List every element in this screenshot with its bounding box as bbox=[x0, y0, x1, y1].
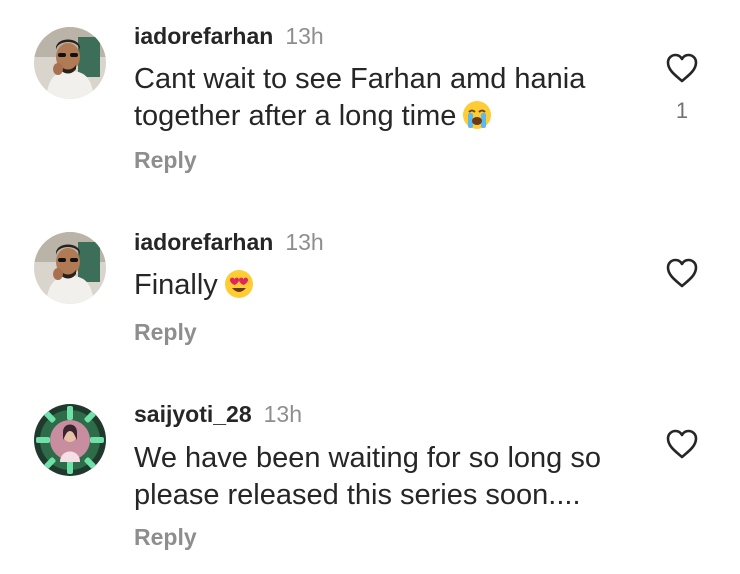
comment-username[interactable]: iadorefarhan bbox=[134, 229, 273, 255]
comment-item: iadorefarhan 13h Cant wait to see Farhan … bbox=[0, 0, 740, 200]
comment-username[interactable]: iadorefarhan bbox=[134, 23, 273, 49]
like-count: 1 bbox=[675, 98, 689, 123]
comment-timestamp: 13h bbox=[285, 229, 324, 255]
reply-button[interactable]: Reply bbox=[134, 318, 197, 346]
comment-text: Finally bbox=[134, 267, 654, 309]
comment-item: saijyoti_28 13h We have been waiting for … bbox=[0, 380, 740, 574]
comment-text: We have been waiting for so long so plea… bbox=[134, 442, 601, 511]
comment-meta: iadorefarhan 13h bbox=[134, 228, 324, 256]
heart-outline-icon bbox=[666, 53, 698, 83]
comment-body: Cant wait to see Farhan amd hania togeth… bbox=[134, 63, 586, 132]
comment-meta: saijyoti_28 13h bbox=[134, 400, 302, 428]
comment-body: Finally bbox=[134, 269, 218, 301]
comment-timestamp: 13h bbox=[285, 23, 324, 49]
like-button[interactable] bbox=[665, 257, 699, 289]
heart-eyes-emoji bbox=[224, 269, 254, 309]
avatar[interactable] bbox=[34, 232, 106, 304]
like-button[interactable] bbox=[665, 52, 699, 84]
comment-text: Cant wait to see Farhan amd hania togeth… bbox=[134, 61, 654, 140]
avatar[interactable] bbox=[34, 404, 106, 476]
like-button[interactable] bbox=[665, 428, 699, 460]
avatar[interactable] bbox=[34, 27, 106, 99]
loudly-crying-face-emoji bbox=[462, 100, 492, 140]
comment-timestamp: 13h bbox=[263, 401, 303, 427]
comment-item: iadorefarhan 13h Finally Reply bbox=[0, 200, 740, 380]
reply-button[interactable]: Reply bbox=[134, 146, 197, 174]
heart-outline-icon bbox=[666, 258, 698, 288]
comment-meta: iadorefarhan 13h bbox=[134, 22, 324, 50]
heart-outline-icon bbox=[666, 429, 698, 459]
comment-username[interactable]: saijyoti_28 bbox=[134, 401, 252, 427]
reply-button[interactable]: Reply bbox=[134, 523, 197, 551]
